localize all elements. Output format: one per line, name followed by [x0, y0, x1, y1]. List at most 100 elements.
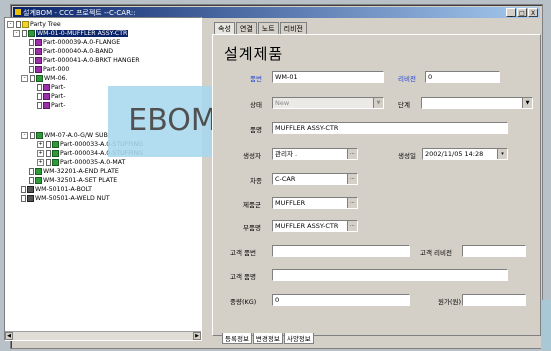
document-icon	[29, 66, 34, 73]
material-icon	[52, 159, 59, 166]
expand-icon[interactable]: +	[37, 141, 44, 148]
collapse-icon[interactable]: -	[7, 21, 14, 28]
created-date-field[interactable]: 2002/11/05 14:28 ▾	[422, 148, 508, 160]
status-select[interactable]: New ▼	[272, 97, 384, 109]
part-no-field[interactable]: WM-01	[272, 71, 384, 83]
tab-registration-info[interactable]: 등록정보	[222, 333, 252, 344]
part-icon	[43, 102, 50, 109]
tree-node[interactable]: Part-	[37, 83, 65, 92]
tree-node[interactable]: - Party Tree	[7, 20, 61, 29]
tree-node[interactable]: Part-	[37, 101, 65, 110]
folder-icon	[22, 21, 29, 28]
tree-node[interactable]: - WM-01-0-MUFFLER ASSY-CTR	[13, 29, 129, 38]
document-icon	[30, 75, 35, 82]
lookup-icon[interactable]: ⋯	[347, 221, 357, 231]
vehicle-field[interactable]: C-CAR ⋯	[272, 173, 358, 185]
tree-node[interactable]: Part-	[37, 92, 65, 101]
document-icon	[29, 39, 34, 46]
product-group-field[interactable]: MUFFLER ⋯	[272, 197, 358, 209]
tree-node[interactable]: Part-000041-A.0-BRKT HANGER	[29, 56, 140, 65]
minimize-button[interactable]: _	[506, 8, 516, 17]
sub-part-field[interactable]: MUFFLER ASSY-CTR ⋯	[272, 220, 358, 232]
lookup-icon[interactable]: ⋯	[347, 174, 357, 184]
tree-node[interactable]: Part-000040-A.0-BAND	[29, 47, 113, 56]
tree-node-label: Party Tree	[30, 21, 61, 28]
part-icon	[43, 93, 50, 100]
sub-part-value: MUFFLER ASSY-CTR	[275, 222, 339, 230]
vehicle-value: C-CAR	[275, 175, 296, 183]
calendar-icon[interactable]: ▾	[497, 149, 507, 159]
tree-node-label: WM-01-0-MUFFLER ASSY-CTR	[36, 30, 129, 37]
bolt-icon	[27, 186, 34, 193]
chevron-down-icon[interactable]: ▼	[522, 98, 532, 108]
assembly-icon	[36, 132, 43, 139]
product-group-value: MUFFLER	[275, 199, 306, 207]
product-group-label: 제품군	[243, 201, 261, 209]
tree-node[interactable]: WM-32201-A-END PLATE	[29, 167, 119, 176]
document-icon	[29, 48, 34, 55]
expand-icon[interactable]: +	[37, 150, 44, 157]
cost-label: 원가(원)	[438, 298, 462, 306]
customer-name-field[interactable]	[272, 269, 508, 281]
name-label: 품명	[250, 126, 262, 134]
tree-node-label: WM-50501-A-WELD NUT	[35, 195, 110, 202]
expand-icon[interactable]: +	[37, 159, 44, 166]
tree-node[interactable]: - WM-06.	[21, 74, 68, 83]
vehicle-label: 차종	[250, 177, 262, 185]
bottom-tabs: 등록정보 변경정보 사양정보	[222, 333, 315, 344]
close-button[interactable]: X	[528, 8, 538, 17]
tree-node[interactable]: - WM-07-A.0-G/W SUB	[21, 131, 108, 140]
customer-part-no-label: 고객 품번	[230, 249, 256, 257]
cost-field[interactable]	[462, 294, 526, 306]
tree-node-label: Part-000041-A.0-BRKT HANGER	[43, 57, 140, 64]
part-icon	[35, 48, 42, 55]
collapse-icon[interactable]: -	[21, 75, 28, 82]
tree-node-label: WM-50101-A-BOLT	[35, 186, 92, 193]
collapse-icon[interactable]: -	[21, 132, 28, 139]
part-icon	[35, 57, 42, 64]
tree-node-label: WM-06.	[44, 75, 68, 82]
chevron-down-icon[interactable]: ▼	[373, 98, 383, 108]
tree-node[interactable]: WM-50501-A-WELD NUT	[21, 194, 110, 203]
document-icon	[46, 141, 51, 148]
part-tree-panel[interactable]: ◀ ▶ - Party Tree - WM-01-0-MUFFLER ASSY-CTR…	[4, 17, 202, 341]
background-strip	[541, 300, 551, 350]
maximize-button[interactable]: □	[517, 8, 527, 17]
stage-select[interactable]: ▼	[421, 97, 533, 109]
tab-spec-info[interactable]: 사양정보	[283, 333, 314, 344]
lookup-icon[interactable]: ⋯	[347, 198, 357, 208]
tree-node[interactable]: Part-000	[29, 65, 69, 74]
horizontal-scrollbar[interactable]: ◀ ▶	[5, 331, 201, 340]
part-icon	[35, 66, 42, 73]
collapse-icon[interactable]: -	[13, 30, 20, 37]
assembly-icon	[35, 168, 42, 175]
document-icon	[21, 186, 26, 193]
creator-field[interactable]: 관리자 . ⋯	[272, 148, 358, 160]
document-icon	[37, 102, 42, 109]
name-field[interactable]: MUFFLER ASSY-CTR	[272, 122, 508, 134]
weight-label: 중량(KG)	[230, 298, 257, 306]
document-icon	[46, 150, 51, 157]
revision-field[interactable]: 0	[425, 71, 500, 83]
revision-label: 리비전	[398, 75, 416, 83]
tab-change-info[interactable]: 변경정보	[252, 333, 283, 344]
bolt-icon	[27, 195, 34, 202]
tree-node-label: WM-32201-A-END PLATE	[43, 168, 119, 175]
customer-rev-field[interactable]	[462, 245, 526, 257]
weight-field[interactable]: 0	[272, 294, 410, 306]
customer-part-no-field[interactable]	[272, 245, 410, 257]
tree-node[interactable]: WM-32501-A-SET PLATE	[29, 176, 117, 185]
lookup-icon[interactable]: ⋯	[347, 149, 357, 159]
status-label: 상태	[250, 101, 262, 109]
creator-label: 생성자	[243, 152, 261, 160]
tree-node[interactable]: Part-000039-A.0-FLANGE	[29, 38, 120, 47]
created-date-label: 생성일	[398, 152, 416, 160]
document-icon	[46, 159, 51, 166]
sub-part-label: 부품명	[243, 224, 261, 232]
scroll-right-icon[interactable]: ▶	[193, 332, 201, 340]
tree-node[interactable]: WM-50101-A-BOLT	[21, 185, 92, 194]
scroll-left-icon[interactable]: ◀	[5, 332, 13, 340]
status-value: New	[275, 99, 290, 107]
assembly-icon	[36, 75, 43, 82]
tree-node[interactable]: + Part-000035-A.0-MAT	[37, 158, 125, 167]
